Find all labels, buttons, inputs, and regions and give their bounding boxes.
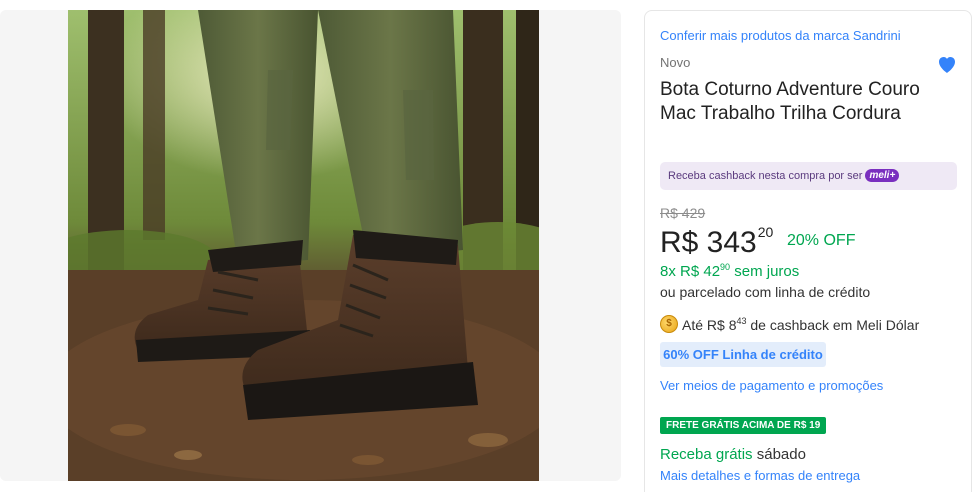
meli-dolar-suffix: de cashback em Meli Dólar <box>750 317 920 333</box>
cashback-banner-text: Receba cashback nesta compra por ser <box>668 170 863 182</box>
current-price: R$ 34320 <box>660 224 773 260</box>
product-title: Bota Coturno Adventure Couro Mac Trabalh… <box>660 79 920 124</box>
delivery-free-label: Receba grátis <box>660 446 753 463</box>
buy-box: Conferir mais produtos da marca Sandrini… <box>644 10 972 492</box>
meli-dolar-cents: 43 <box>736 316 747 326</box>
boots-forest-photo <box>68 10 539 481</box>
discount-label: 20% OFF <box>787 232 856 249</box>
meli-dolar-coin-icon: $ <box>660 315 678 333</box>
meli-plus-badge: meli+ <box>865 169 900 182</box>
delivery-day: sábado <box>756 446 806 463</box>
meli-dolar-prefix: Até R$ 8 <box>682 317 737 333</box>
condition-label: Novo <box>660 55 691 70</box>
price-amount: R$ 343 <box>660 226 757 259</box>
credit-promo-badge[interactable]: 60% OFF Linha de crédito <box>660 342 826 367</box>
meli-plus-cashback-banner[interactable]: Receba cashback nesta compra por ser meli… <box>660 162 957 190</box>
credit-line-text: ou parcelado com linha de crédito <box>660 284 871 300</box>
meli-dolar-cashback: Até R$ 843 de cashback em Meli Dólar <box>682 316 919 333</box>
installments-suffix: sem juros <box>734 263 800 280</box>
price-cents: 20 <box>757 224 774 240</box>
payment-methods-link[interactable]: Ver meios de pagamento e promoções <box>660 378 883 393</box>
brand-link[interactable]: Conferir mais produtos da marca Sandrini <box>660 28 901 43</box>
product-image[interactable] <box>68 10 539 481</box>
installments-cents: 90 <box>720 262 731 272</box>
installments-amount: 8x R$ 42 <box>660 263 721 280</box>
heart-icon[interactable] <box>935 52 959 76</box>
installments: 8x R$ 4290 sem juros <box>660 262 799 280</box>
delivery-estimate: Receba grátis sábado <box>660 446 806 463</box>
product-gallery <box>0 10 621 481</box>
original-price: R$ 429 <box>660 205 706 221</box>
delivery-details-link[interactable]: Mais detalhes e formas de entrega <box>660 468 860 483</box>
free-shipping-badge: FRETE GRÁTIS ACIMA DE R$ 19 <box>660 417 827 434</box>
